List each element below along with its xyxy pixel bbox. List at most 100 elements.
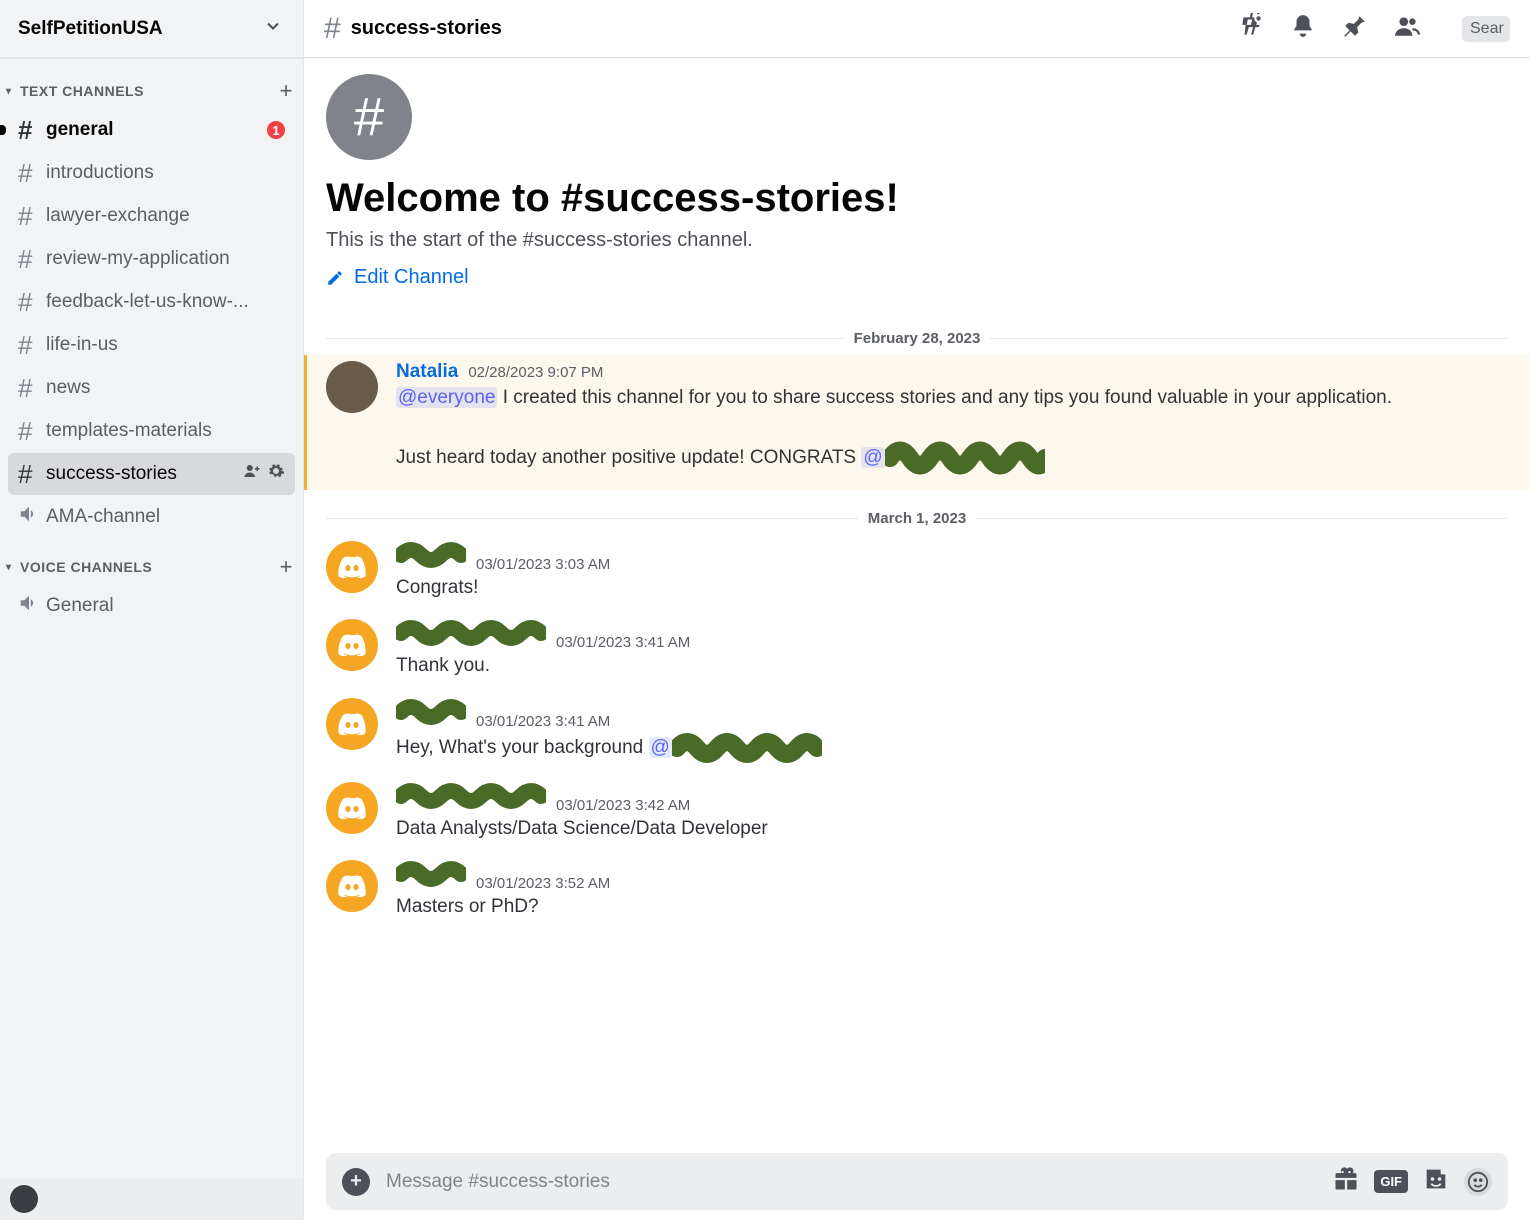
category-label: TEXT CHANNELS xyxy=(20,83,280,99)
channel-label: life-in-us xyxy=(46,334,285,356)
redacted-username-icon xyxy=(396,782,546,810)
hash-icon: # xyxy=(18,203,46,229)
message-timestamp: 02/28/2023 9:07 PM xyxy=(468,364,603,381)
server-header[interactable]: SelfPetitionUSA xyxy=(0,0,303,58)
channel-icon-circle: # xyxy=(326,74,412,160)
message-username[interactable]: Natalia xyxy=(396,361,458,383)
divider-date: March 1, 2023 xyxy=(858,510,976,527)
avatar[interactable] xyxy=(326,860,378,912)
topbar-icons: Sear xyxy=(1238,13,1510,44)
composer-placeholder[interactable]: Message #success-stories xyxy=(386,1171,1316,1193)
message-item[interactable]: 03/01/2023 3:42 AM Data Analysts/Data Sc… xyxy=(304,776,1530,855)
message-timestamp: 03/01/2023 3:42 AM xyxy=(556,797,690,814)
welcome-block: # Welcome to #success-stories! This is t… xyxy=(304,58,1530,310)
channel-review-my-application[interactable]: # review-my-application xyxy=(8,238,295,280)
redacted-username-icon xyxy=(396,619,546,647)
channel-feedback[interactable]: # feedback-let-us-know-... xyxy=(8,281,295,323)
channel-life-in-us[interactable]: # life-in-us xyxy=(8,324,295,366)
unread-badge: 1 xyxy=(267,121,285,139)
pencil-icon xyxy=(326,269,344,287)
search-input[interactable]: Sear xyxy=(1462,16,1510,42)
channel-label: templates-materials xyxy=(46,420,285,442)
date-divider: March 1, 2023 xyxy=(326,510,1508,527)
channel-introductions[interactable]: # introductions xyxy=(8,152,295,194)
channel-ama[interactable]: AMA-channel xyxy=(8,496,295,538)
message-text: Just heard today another positive update… xyxy=(396,447,861,468)
edit-channel-link[interactable]: Edit Channel xyxy=(326,266,469,289)
voice-channels-category[interactable]: ▾ VOICE CHANNELS + xyxy=(0,550,303,584)
search-placeholder: Sear xyxy=(1470,20,1504,37)
channel-label: feedback-let-us-know-... xyxy=(46,291,285,313)
channel-general[interactable]: # general 1 xyxy=(8,109,295,151)
channel-label: general xyxy=(46,119,267,141)
channel-label: AMA-channel xyxy=(46,506,285,528)
message-timestamp: 03/01/2023 3:52 AM xyxy=(476,875,610,892)
user-avatar[interactable] xyxy=(10,1185,38,1213)
channel-label: review-my-application xyxy=(46,248,285,270)
voice-channel-general[interactable]: General xyxy=(8,585,295,627)
message-content: Thank you. xyxy=(396,653,1508,680)
divider-date: February 28, 2023 xyxy=(844,330,991,347)
channel-sidebar: SelfPetitionUSA ▾ TEXT CHANNELS + # gene… xyxy=(0,0,304,1220)
edit-channel-label: Edit Channel xyxy=(354,266,469,289)
mention-user[interactable]: @ xyxy=(649,737,672,758)
threads-icon[interactable] xyxy=(1238,13,1264,44)
avatar[interactable] xyxy=(326,782,378,834)
message-composer[interactable]: + Message #success-stories GIF xyxy=(326,1153,1508,1210)
message-content: @everyone I created this channel for you… xyxy=(396,385,1508,478)
invite-icon[interactable] xyxy=(243,462,261,486)
message-text: I created this channel for you to share … xyxy=(497,387,1392,408)
add-channel-icon[interactable]: + xyxy=(280,554,293,580)
hash-icon: # xyxy=(18,160,46,186)
hash-icon: # xyxy=(18,461,46,487)
avatar[interactable] xyxy=(326,698,378,750)
attach-icon[interactable]: + xyxy=(342,1168,370,1196)
hash-icon: # xyxy=(18,418,46,444)
pin-icon[interactable] xyxy=(1342,13,1368,44)
channels-scroll[interactable]: ▾ TEXT CHANNELS + # general 1 # introduc… xyxy=(0,58,303,1178)
chat-scroll[interactable]: # Welcome to #success-stories! This is t… xyxy=(304,58,1530,1153)
gift-icon[interactable] xyxy=(1332,1165,1360,1198)
message-item[interactable]: 03/01/2023 3:52 AM Masters or PhD? xyxy=(304,854,1530,933)
mention-user[interactable]: @ xyxy=(861,447,884,468)
message-natalia[interactable]: Natalia 02/28/2023 9:07 PM @everyone I c… xyxy=(304,355,1530,490)
avatar[interactable] xyxy=(326,541,378,593)
redacted-username-icon xyxy=(396,860,466,888)
caret-down-icon: ▾ xyxy=(6,86,18,97)
main-area: # success-stories Sear # Welcome to #suc… xyxy=(304,0,1530,1220)
emoji-icon[interactable] xyxy=(1464,1168,1492,1196)
gif-icon[interactable]: GIF xyxy=(1374,1170,1408,1193)
channel-label: lawyer-exchange xyxy=(46,205,285,227)
text-channels-category[interactable]: ▾ TEXT CHANNELS + xyxy=(0,74,303,108)
channel-success-stories[interactable]: # success-stories xyxy=(8,453,295,495)
message-item[interactable]: 03/01/2023 3:03 AM Congrats! xyxy=(304,535,1530,614)
bell-icon[interactable] xyxy=(1290,13,1316,44)
hash-icon: # xyxy=(324,12,341,46)
avatar[interactable] xyxy=(326,619,378,671)
hash-icon: # xyxy=(18,246,46,272)
channel-templates-materials[interactable]: # templates-materials xyxy=(8,410,295,452)
avatar[interactable] xyxy=(326,361,378,413)
channel-news[interactable]: # news xyxy=(8,367,295,409)
channel-lawyer-exchange[interactable]: # lawyer-exchange xyxy=(8,195,295,237)
add-channel-icon[interactable]: + xyxy=(280,78,293,104)
channel-label: General xyxy=(46,595,285,617)
message-timestamp: 03/01/2023 3:03 AM xyxy=(476,556,610,573)
message-item[interactable]: 03/01/2023 3:41 AM Thank you. xyxy=(304,613,1530,692)
message-timestamp: 03/01/2023 3:41 AM xyxy=(556,634,690,651)
redacted-icon xyxy=(672,732,822,764)
sticker-icon[interactable] xyxy=(1422,1165,1450,1198)
hash-icon: # xyxy=(18,332,46,358)
message-content: Hey, What's your background @ xyxy=(396,732,1508,764)
gear-icon[interactable] xyxy=(267,462,285,486)
channel-title: success-stories xyxy=(351,17,1238,40)
message-item[interactable]: 03/01/2023 3:41 AM Hey, What's your back… xyxy=(304,692,1530,776)
mention-everyone[interactable]: @everyone xyxy=(396,387,497,408)
channel-label: news xyxy=(46,377,285,399)
channel-label: introductions xyxy=(46,162,285,184)
chevron-down-icon[interactable] xyxy=(263,16,283,41)
members-icon[interactable] xyxy=(1394,13,1420,44)
user-footer[interactable] xyxy=(0,1178,303,1220)
hash-icon: # xyxy=(18,375,46,401)
hash-icon: # xyxy=(18,117,46,143)
